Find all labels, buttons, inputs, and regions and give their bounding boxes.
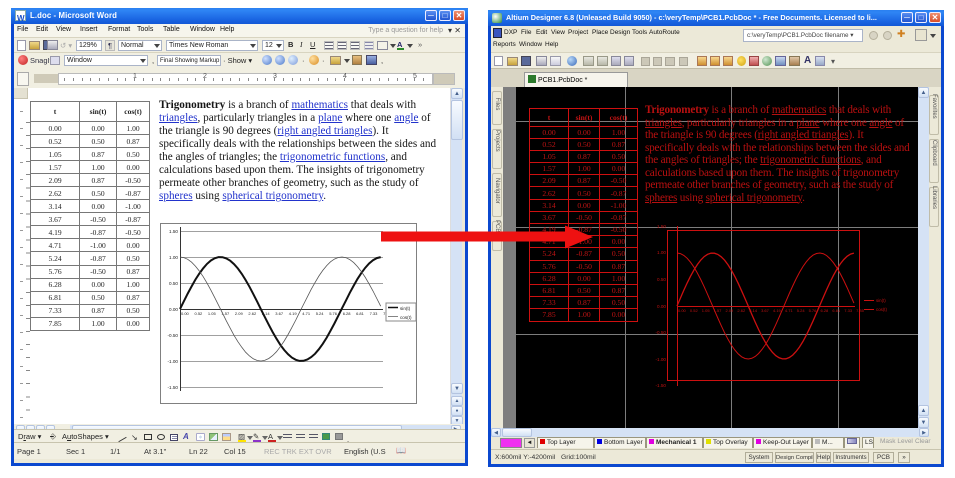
svg-text:-1.50: -1.50 — [656, 383, 667, 388]
svg-text:2.62: 2.62 — [248, 311, 257, 316]
svg-text:6.81: 6.81 — [356, 311, 365, 316]
svg-text:4.71: 4.71 — [785, 308, 794, 313]
svg-text:4.19: 4.19 — [289, 311, 298, 316]
svg-text:5.76: 5.76 — [329, 311, 338, 316]
svg-text:1.50: 1.50 — [657, 224, 666, 229]
svg-text:2.09: 2.09 — [726, 308, 735, 313]
svg-text:7.33: 7.33 — [370, 311, 379, 316]
svg-text:0.52: 0.52 — [690, 308, 699, 313]
svg-text:1.05: 1.05 — [208, 311, 217, 316]
svg-text:-0.50: -0.50 — [656, 330, 667, 335]
svg-text:-1.00: -1.00 — [656, 357, 667, 362]
svg-text:2.09: 2.09 — [235, 311, 244, 316]
svg-text:sin(t): sin(t) — [876, 298, 886, 303]
svg-text:5.76: 5.76 — [809, 308, 818, 313]
svg-text:cos(t): cos(t) — [400, 315, 412, 320]
svg-text:sin(t): sin(t) — [400, 306, 411, 311]
svg-text:6.28: 6.28 — [821, 308, 830, 313]
svg-text:6.28: 6.28 — [343, 311, 352, 316]
svg-text:cos(t): cos(t) — [876, 307, 888, 312]
svg-text:6.81: 6.81 — [832, 308, 841, 313]
svg-text:-0.50: -0.50 — [168, 333, 179, 338]
svg-text:1.05: 1.05 — [702, 308, 711, 313]
svg-text:5.24: 5.24 — [797, 308, 806, 313]
svg-text:7.33: 7.33 — [844, 308, 853, 313]
svg-text:4.19: 4.19 — [773, 308, 782, 313]
svg-text:0.50: 0.50 — [657, 277, 666, 282]
svg-text:3.67: 3.67 — [275, 311, 284, 316]
svg-text:0.00: 0.00 — [678, 308, 687, 313]
svg-text:1.00: 1.00 — [169, 255, 178, 260]
svg-text:0.00: 0.00 — [657, 304, 666, 309]
svg-text:0.00: 0.00 — [169, 307, 178, 312]
svg-text:7.85: 7.85 — [856, 308, 865, 313]
svg-text:-1.50: -1.50 — [168, 385, 179, 390]
svg-text:3.67: 3.67 — [761, 308, 770, 313]
svg-text:5.24: 5.24 — [316, 311, 325, 316]
svg-text:2.62: 2.62 — [737, 308, 746, 313]
svg-text:0.52: 0.52 — [195, 311, 204, 316]
svg-text:4.71: 4.71 — [302, 311, 311, 316]
svg-text:0.00: 0.00 — [181, 311, 190, 316]
svg-text:1.50: 1.50 — [169, 229, 178, 234]
svg-text:-1.00: -1.00 — [168, 359, 179, 364]
svg-text:1.00: 1.00 — [657, 250, 666, 255]
svg-text:0.50: 0.50 — [169, 281, 178, 286]
